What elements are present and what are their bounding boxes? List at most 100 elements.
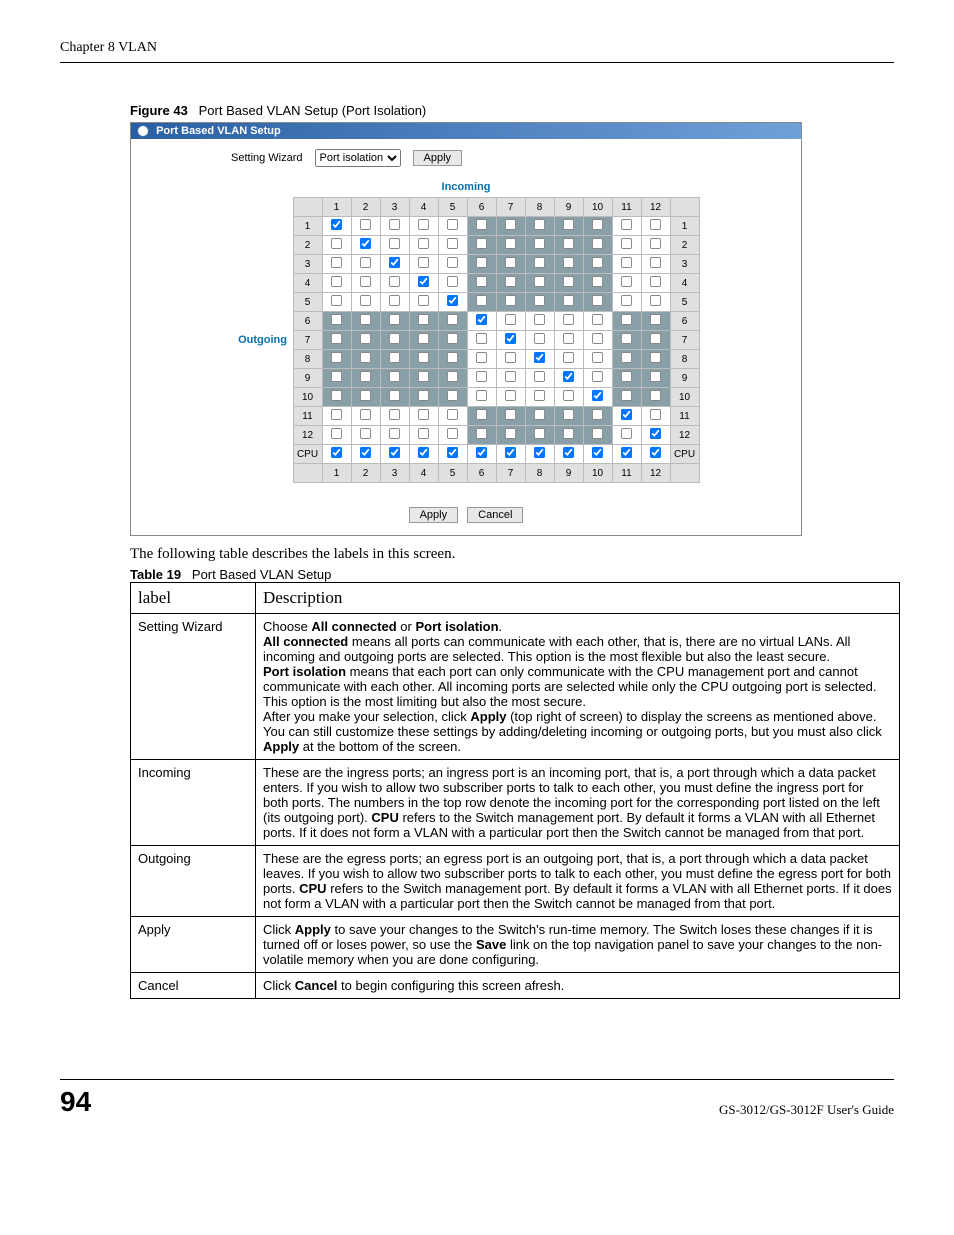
- vlan-checkbox[interactable]: [650, 257, 661, 268]
- vlan-checkbox[interactable]: [360, 219, 371, 230]
- vlan-checkbox[interactable]: [505, 276, 516, 287]
- vlan-checkbox[interactable]: [476, 428, 487, 439]
- vlan-checkbox[interactable]: [360, 390, 371, 401]
- vlan-checkbox[interactable]: [331, 314, 342, 325]
- vlan-checkbox[interactable]: [534, 428, 545, 439]
- vlan-checkbox[interactable]: [331, 371, 342, 382]
- vlan-checkbox[interactable]: [447, 333, 458, 344]
- vlan-checkbox[interactable]: [505, 219, 516, 230]
- vlan-checkbox[interactable]: [534, 276, 545, 287]
- vlan-checkbox[interactable]: [563, 238, 574, 249]
- vlan-checkbox[interactable]: [418, 390, 429, 401]
- vlan-checkbox[interactable]: [360, 276, 371, 287]
- vlan-checkbox[interactable]: [592, 352, 603, 363]
- vlan-checkbox[interactable]: [592, 390, 603, 401]
- vlan-checkbox[interactable]: [592, 257, 603, 268]
- vlan-checkbox[interactable]: [563, 295, 574, 306]
- vlan-checkbox[interactable]: [505, 257, 516, 268]
- vlan-checkbox[interactable]: [592, 219, 603, 230]
- vlan-checkbox[interactable]: [360, 314, 371, 325]
- vlan-checkbox[interactable]: [534, 238, 545, 249]
- vlan-checkbox[interactable]: [505, 238, 516, 249]
- vlan-checkbox[interactable]: [360, 295, 371, 306]
- vlan-checkbox[interactable]: [621, 219, 632, 230]
- vlan-checkbox[interactable]: [360, 333, 371, 344]
- vlan-checkbox[interactable]: [418, 314, 429, 325]
- vlan-checkbox[interactable]: [389, 447, 400, 458]
- vlan-checkbox[interactable]: [621, 295, 632, 306]
- vlan-checkbox[interactable]: [476, 333, 487, 344]
- vlan-checkbox[interactable]: [621, 390, 632, 401]
- vlan-checkbox[interactable]: [447, 352, 458, 363]
- vlan-checkbox[interactable]: [621, 333, 632, 344]
- cancel-bottom-button[interactable]: Cancel: [467, 507, 523, 523]
- vlan-checkbox[interactable]: [621, 257, 632, 268]
- vlan-checkbox[interactable]: [534, 333, 545, 344]
- vlan-checkbox[interactable]: [331, 428, 342, 439]
- vlan-checkbox[interactable]: [621, 352, 632, 363]
- vlan-checkbox[interactable]: [389, 390, 400, 401]
- vlan-checkbox[interactable]: [476, 371, 487, 382]
- vlan-checkbox[interactable]: [650, 314, 661, 325]
- vlan-checkbox[interactable]: [563, 314, 574, 325]
- vlan-checkbox[interactable]: [592, 238, 603, 249]
- vlan-checkbox[interactable]: [389, 238, 400, 249]
- vlan-checkbox[interactable]: [563, 276, 574, 287]
- vlan-checkbox[interactable]: [360, 371, 371, 382]
- wizard-select[interactable]: Port isolation: [315, 149, 401, 167]
- apply-bottom-button[interactable]: Apply: [409, 507, 459, 523]
- vlan-checkbox[interactable]: [563, 352, 574, 363]
- vlan-checkbox[interactable]: [650, 276, 661, 287]
- vlan-checkbox[interactable]: [331, 276, 342, 287]
- vlan-checkbox[interactable]: [360, 257, 371, 268]
- vlan-checkbox[interactable]: [476, 276, 487, 287]
- vlan-checkbox[interactable]: [418, 447, 429, 458]
- vlan-checkbox[interactable]: [476, 219, 487, 230]
- vlan-checkbox[interactable]: [447, 314, 458, 325]
- vlan-checkbox[interactable]: [360, 352, 371, 363]
- vlan-checkbox[interactable]: [476, 409, 487, 420]
- vlan-checkbox[interactable]: [331, 352, 342, 363]
- vlan-checkbox[interactable]: [360, 428, 371, 439]
- vlan-checkbox[interactable]: [621, 447, 632, 458]
- vlan-checkbox[interactable]: [534, 314, 545, 325]
- vlan-checkbox[interactable]: [447, 276, 458, 287]
- vlan-checkbox[interactable]: [447, 219, 458, 230]
- vlan-checkbox[interactable]: [650, 428, 661, 439]
- vlan-checkbox[interactable]: [360, 447, 371, 458]
- vlan-checkbox[interactable]: [650, 333, 661, 344]
- vlan-checkbox[interactable]: [476, 295, 487, 306]
- vlan-checkbox[interactable]: [505, 428, 516, 439]
- vlan-checkbox[interactable]: [447, 390, 458, 401]
- vlan-checkbox[interactable]: [650, 352, 661, 363]
- vlan-checkbox[interactable]: [476, 238, 487, 249]
- vlan-checkbox[interactable]: [563, 428, 574, 439]
- vlan-checkbox[interactable]: [418, 352, 429, 363]
- vlan-checkbox[interactable]: [389, 257, 400, 268]
- vlan-checkbox[interactable]: [534, 219, 545, 230]
- vlan-checkbox[interactable]: [505, 333, 516, 344]
- vlan-checkbox[interactable]: [505, 314, 516, 325]
- vlan-checkbox[interactable]: [592, 295, 603, 306]
- vlan-checkbox[interactable]: [331, 219, 342, 230]
- vlan-checkbox[interactable]: [563, 257, 574, 268]
- vlan-checkbox[interactable]: [389, 333, 400, 344]
- vlan-checkbox[interactable]: [389, 409, 400, 420]
- vlan-checkbox[interactable]: [650, 295, 661, 306]
- vlan-checkbox[interactable]: [331, 238, 342, 249]
- vlan-checkbox[interactable]: [447, 447, 458, 458]
- vlan-checkbox[interactable]: [534, 447, 545, 458]
- vlan-checkbox[interactable]: [621, 314, 632, 325]
- vlan-checkbox[interactable]: [650, 219, 661, 230]
- vlan-checkbox[interactable]: [592, 409, 603, 420]
- vlan-checkbox[interactable]: [563, 219, 574, 230]
- vlan-checkbox[interactable]: [534, 409, 545, 420]
- vlan-checkbox[interactable]: [476, 390, 487, 401]
- vlan-checkbox[interactable]: [418, 409, 429, 420]
- vlan-checkbox[interactable]: [534, 257, 545, 268]
- vlan-checkbox[interactable]: [563, 371, 574, 382]
- vlan-checkbox[interactable]: [534, 390, 545, 401]
- vlan-checkbox[interactable]: [418, 276, 429, 287]
- vlan-checkbox[interactable]: [563, 447, 574, 458]
- vlan-checkbox[interactable]: [389, 371, 400, 382]
